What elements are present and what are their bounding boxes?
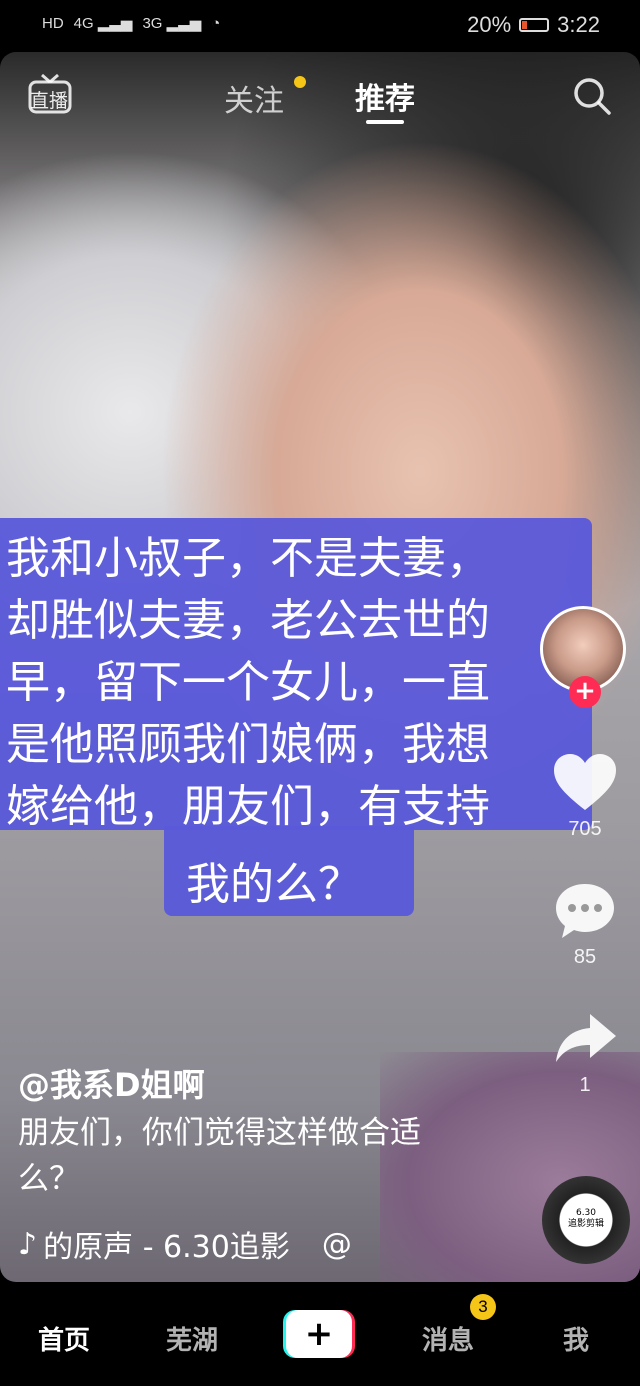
- music-title-continued: @: [321, 1226, 352, 1262]
- battery-icon: [519, 18, 550, 32]
- status-right: 20% 3:22: [467, 12, 600, 38]
- network-indicators: HD 4G ▂▃▅ 3G ▂▃▅ ◔: [42, 14, 221, 33]
- battery-percent: 20%: [467, 12, 512, 37]
- comment-button[interactable]: 85: [550, 880, 620, 969]
- nav-home[interactable]: 首页: [38, 1320, 90, 1357]
- music-info[interactable]: ♪ 的原声 - 6.30追影 @: [18, 1222, 352, 1266]
- comment-count: 85: [573, 946, 597, 968]
- share-count: 1: [579, 1074, 591, 1096]
- tab-recommend[interactable]: 推荐: [355, 74, 415, 118]
- music-title: 的原声 - 6.30追影: [43, 1230, 290, 1265]
- active-tab-indicator: [366, 120, 404, 124]
- wifi-icon: ◔: [211, 14, 221, 32]
- author-name[interactable]: @我系D姐啊: [18, 1060, 205, 1106]
- message-badge: 3: [470, 1294, 496, 1320]
- tab-follow[interactable]: 关注: [224, 76, 284, 120]
- signal-4g-icon: 4G ▂▃▅: [73, 15, 133, 32]
- live-label: 直播: [30, 90, 69, 112]
- follow-notification-dot: [294, 76, 306, 88]
- share-arrow-icon: [556, 1014, 616, 1062]
- nav-messages[interactable]: 消息: [422, 1320, 474, 1357]
- signal-3g-icon: 3G ▂▃▅: [142, 15, 202, 32]
- search-icon[interactable]: [572, 76, 612, 116]
- music-disc-label: 6.30 追影剪辑: [567, 1208, 604, 1229]
- caption-last-line: 我的么？: [186, 859, 362, 910]
- follow-plus-button[interactable]: +: [569, 676, 601, 708]
- nav-me[interactable]: 我: [563, 1320, 589, 1357]
- share-button[interactable]: 1: [550, 1008, 620, 1097]
- comment-icon: [556, 884, 614, 938]
- nav-city[interactable]: 芜湖: [166, 1320, 218, 1357]
- add-plus-label: +: [305, 1314, 334, 1354]
- like-count: 705: [568, 818, 602, 840]
- music-note-icon: ♪: [18, 1226, 38, 1262]
- heart-icon: [554, 754, 616, 810]
- hd-icon: HD: [42, 14, 64, 32]
- caption-text: 我和小叔子，不是夫妻， 却胜似夫妻，老公去世的 早，留下一个女儿，一直 是他照顾…: [6, 533, 490, 832]
- add-video-button[interactable]: +: [283, 1310, 355, 1358]
- post-description: 朋友们，你们觉得这样做合适么？: [18, 1115, 421, 1197]
- clock: 3:22: [557, 12, 600, 37]
- status-bar: HD 4G ▂▃▅ 3G ▂▃▅ ◔ 20% 3:22: [0, 0, 640, 52]
- like-button[interactable]: 705: [550, 752, 620, 841]
